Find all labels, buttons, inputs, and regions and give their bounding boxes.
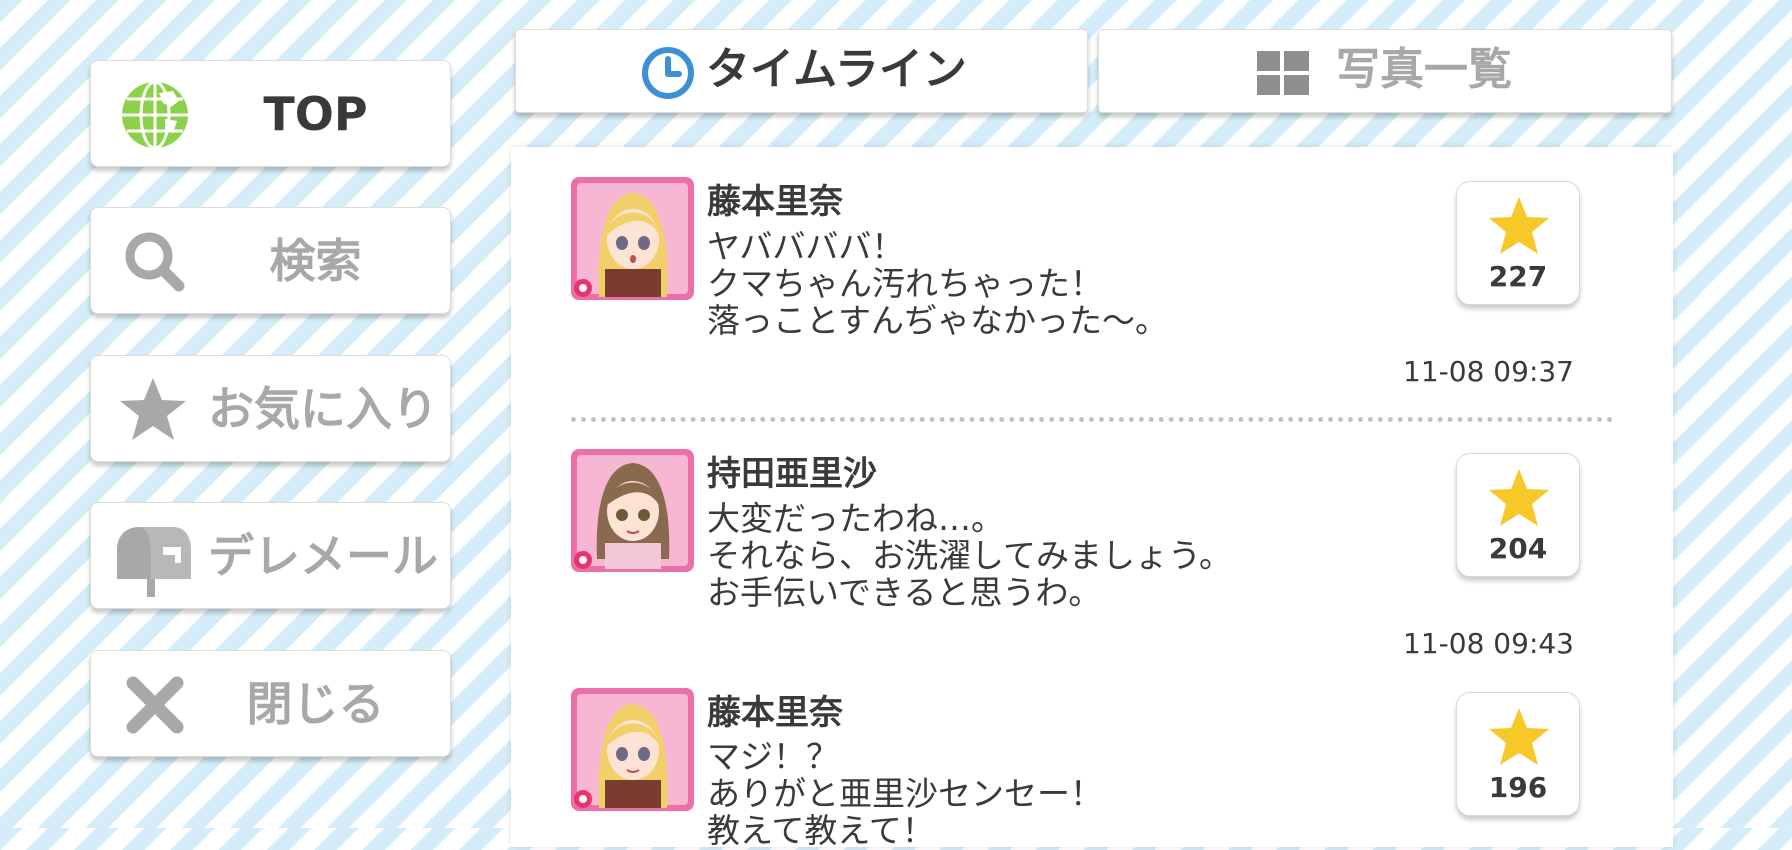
poster-name[interactable]: 藤本里奈 xyxy=(707,174,843,223)
grid-icon xyxy=(1257,51,1309,95)
sidebar-item-favorites[interactable]: お気に入り xyxy=(90,355,451,462)
like-button[interactable]: 196 xyxy=(1456,692,1580,816)
poster-name[interactable]: 持田亜里沙 xyxy=(707,446,877,495)
sidebar-item-close[interactable]: 閉じる xyxy=(90,650,451,757)
message-line: それなら、お洗濯してみましょう。 xyxy=(707,536,1233,575)
sidebar-item-search[interactable]: 検索 xyxy=(90,207,451,314)
clock-icon xyxy=(642,47,694,99)
sidebar-item-label: 閉じる xyxy=(246,677,385,731)
sidebar-item-label: デレメール xyxy=(208,529,438,583)
timeline-panel: 藤本里奈 ヤババババ！ クマちゃん汚れちゃった！ 落っことすんぢゃなかった〜。 … xyxy=(511,147,1673,850)
poster-name[interactable]: 藤本里奈 xyxy=(707,685,843,734)
tab-photos[interactable]: 写真一覧 xyxy=(1098,29,1672,113)
message-line: 落っことすんぢゃなかった〜。 xyxy=(707,301,1169,340)
like-count: 196 xyxy=(1488,771,1548,804)
like-count: 204 xyxy=(1488,532,1548,565)
message-line: 大変だったわね…。 xyxy=(707,499,1004,538)
avatar[interactable] xyxy=(571,688,694,811)
post-divider xyxy=(571,417,1613,422)
star-icon xyxy=(120,378,186,440)
tab-label: 写真一覧 xyxy=(1336,44,1512,95)
star-icon xyxy=(1489,469,1549,526)
sidebar-item-label: お気に入り xyxy=(208,382,438,436)
tab-label: タイムライン xyxy=(706,44,967,95)
globe-icon xyxy=(122,80,188,150)
avatar[interactable] xyxy=(571,449,694,572)
mailbox-icon xyxy=(117,527,191,597)
message-line: クマちゃん汚れちゃった！ xyxy=(707,264,1103,303)
like-count: 227 xyxy=(1488,260,1548,293)
star-icon xyxy=(1489,197,1549,254)
like-button[interactable]: 204 xyxy=(1456,453,1580,577)
sidebar-item-label: 検索 xyxy=(269,234,362,288)
like-button[interactable]: 227 xyxy=(1456,181,1580,305)
avatar[interactable] xyxy=(571,177,694,300)
message-line: 教えて教えて！ xyxy=(707,811,935,850)
message-line: ありがと亜里沙センセー！ xyxy=(707,774,1103,813)
sidebar-item-top[interactable]: TOP xyxy=(90,60,451,167)
message-line: ヤババババ！ xyxy=(707,227,905,266)
close-icon xyxy=(126,676,184,734)
star-icon xyxy=(1489,708,1549,765)
message-line: お手伝いできると思うわ。 xyxy=(707,573,1102,612)
search-icon xyxy=(125,232,185,292)
post-timestamp: 11-08 09:43 xyxy=(1403,627,1574,660)
message-line: マジ！？ xyxy=(707,737,839,776)
sidebar-item-label: TOP xyxy=(263,87,368,141)
tab-timeline[interactable]: タイムライン xyxy=(515,29,1088,113)
post-timestamp: 11-08 09:37 xyxy=(1403,355,1574,388)
sidebar-item-deremail[interactable]: デレメール xyxy=(90,502,451,609)
